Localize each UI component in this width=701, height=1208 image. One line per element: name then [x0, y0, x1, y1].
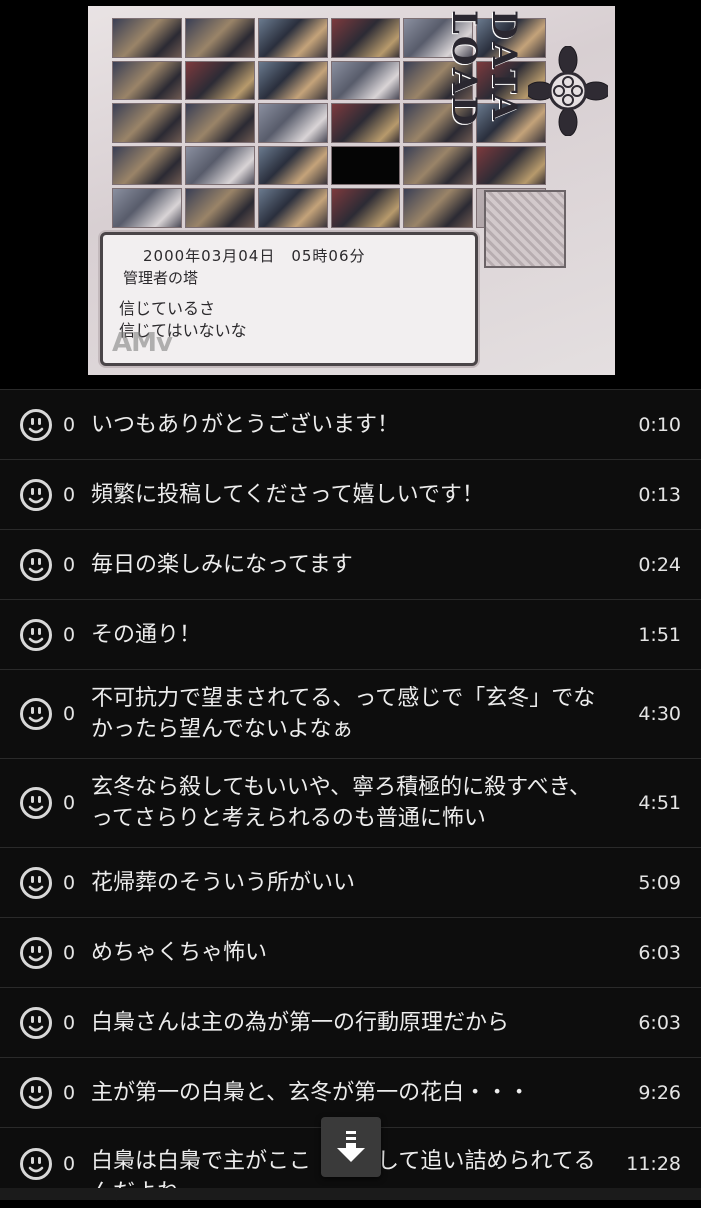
smiley-face-icon[interactable]: [19, 1006, 53, 1040]
comment-row[interactable]: 0 その通り！ 1:51: [0, 599, 701, 669]
like-count: 0: [63, 1081, 76, 1104]
ornament-tile: [484, 190, 566, 268]
save-slot-thumbnail: [330, 103, 401, 143]
scroll-to-bottom-button[interactable]: [321, 1117, 381, 1177]
comment-timestamp[interactable]: 6:03: [638, 1012, 681, 1034]
save-slot-thumbnail: [112, 188, 182, 228]
save-slot-thumbnail: [330, 188, 401, 228]
like-count: 0: [63, 623, 76, 646]
comment-timestamp[interactable]: 6:03: [638, 942, 681, 964]
smiley-face-icon[interactable]: [19, 1147, 53, 1181]
comment-row[interactable]: 0 毎日の楽しみになってます 0:24: [0, 529, 701, 599]
comment-timestamp[interactable]: 1:51: [638, 624, 681, 646]
comment-text: 白梟さんは主の為が第一の行動原理だから: [91, 1010, 510, 1035]
like-count: 0: [63, 1152, 76, 1175]
save-slot-thumbnail: [184, 103, 255, 143]
comment-timestamp[interactable]: 0:24: [638, 554, 681, 576]
data-load-title: DATA LOAD: [444, 10, 524, 128]
save-slot-thumbnail: [330, 18, 401, 58]
smiley-face-icon[interactable]: [19, 786, 53, 820]
smiley-face-icon[interactable]: [19, 408, 53, 442]
comment-row[interactable]: 0 めちゃくちゃ怖い 6:03: [0, 917, 701, 987]
save-slot-thumbnail: [257, 188, 328, 228]
comment-text: 毎日の楽しみになってます: [91, 552, 353, 577]
video-frame[interactable]: DATA LOAD 2000年03月04日 05時06分 管理者の塔 信じている…: [88, 6, 615, 375]
arrow-down-icon: [337, 1131, 365, 1162]
flower-emblem-icon: [528, 46, 608, 136]
smiley-face-icon[interactable]: [19, 1076, 53, 1110]
comment-row[interactable]: 0 頻繁に投稿してくださって嬉しいです！ 0:13: [0, 459, 701, 529]
save-slot-thumbnail: [330, 60, 401, 101]
save-slot-thumbnail: [112, 18, 182, 58]
comment-row[interactable]: 0 不可抗力で望まされてる、って感じで「玄冬」でなかったら望んでないよなぁ 4:…: [0, 669, 701, 758]
like-count: 0: [63, 413, 76, 436]
like-count: 0: [63, 941, 76, 964]
save-slot-thumbnail: [257, 103, 328, 143]
save-slot-thumbnail: [184, 60, 255, 101]
smiley-face-icon[interactable]: [19, 548, 53, 582]
comment-text: 不可抗力で望まされてる、って感じで「玄冬」でなかったら望んでないよなぁ: [91, 686, 596, 742]
save-slot-thumbnail: [112, 145, 182, 186]
save-date: 2000年03月04日 05時06分: [143, 247, 366, 265]
like-count: 0: [63, 871, 76, 894]
like-count: 0: [63, 553, 76, 576]
save-slot-thumbnail: [184, 188, 255, 228]
comment-timestamp[interactable]: 0:13: [638, 484, 681, 506]
comment-timestamp[interactable]: 4:30: [638, 703, 681, 725]
video-player[interactable]: DATA LOAD 2000年03月04日 05時06分 管理者の塔 信じている…: [0, 0, 701, 389]
comment-row[interactable]: 0 花帰葬のそういう所がいい 5:09: [0, 847, 701, 917]
comment-timestamp[interactable]: 4:51: [638, 792, 681, 814]
save-slot-thumbnail: [403, 145, 474, 186]
amv-watermark: AMv: [112, 328, 173, 358]
comment-timestamp[interactable]: 0:10: [638, 414, 681, 436]
save-slot-thumbnail: [184, 145, 255, 186]
comment-text: 主が第一の白梟と、玄冬が第一の花白・・・: [91, 1080, 531, 1105]
comment-row[interactable]: 0 白梟さんは主の為が第一の行動原理だから 6:03: [0, 987, 701, 1057]
like-count: 0: [63, 483, 76, 506]
like-count: 0: [63, 792, 76, 814]
smiley-face-icon[interactable]: [19, 866, 53, 900]
smiley-face-icon[interactable]: [19, 618, 53, 652]
save-slot-thumbnail: [112, 103, 182, 143]
save-slot-thumbnail: [184, 18, 255, 58]
smiley-face-icon[interactable]: [19, 697, 53, 731]
comment-text: 玄冬なら殺してもいいや、寧ろ積極的に殺すべき、ってさらりと考えられるのも普通に怖…: [91, 775, 592, 831]
save-slot-thumbnail: [403, 188, 474, 228]
save-slot-thumbnail: [257, 60, 328, 101]
comment-timestamp[interactable]: 9:26: [638, 1082, 681, 1104]
save-slot-thumbnail: [112, 60, 182, 101]
dialogue-line-1: 信じているさ: [119, 299, 216, 318]
comment-text: めちゃくちゃ怖い: [91, 940, 268, 965]
comment-timestamp[interactable]: 5:09: [638, 872, 681, 894]
smiley-face-icon[interactable]: [19, 936, 53, 970]
save-slot-thumbnail-selected: [330, 145, 401, 186]
bottom-bar: [0, 1188, 701, 1200]
comment-list[interactable]: 0 いつもありがとうございます！ 0:10 0 頻繁に投稿してくださって嬉しいで…: [0, 389, 701, 1205]
comment-text: その通り！: [91, 622, 202, 647]
comment-text: 頻繁に投稿してくださって嬉しいです！: [91, 482, 484, 507]
comment-text: いつもありがとうございます！: [91, 412, 400, 437]
comment-row[interactable]: 0 いつもありがとうございます！ 0:10: [0, 389, 701, 459]
save-slot-thumbnail: [257, 18, 328, 58]
smiley-face-icon[interactable]: [19, 478, 53, 512]
like-count: 0: [63, 1011, 76, 1034]
comment-text: 花帰葬のそういう所がいい: [91, 870, 356, 895]
comment-timestamp[interactable]: 11:28: [626, 1153, 681, 1175]
comment-row[interactable]: 0 玄冬なら殺してもいいや、寧ろ積極的に殺すべき、ってさらりと考えられるのも普通…: [0, 758, 701, 847]
save-slot-thumbnail: [257, 145, 328, 186]
like-count: 0: [63, 703, 76, 725]
save-location: 管理者の塔: [123, 269, 199, 287]
